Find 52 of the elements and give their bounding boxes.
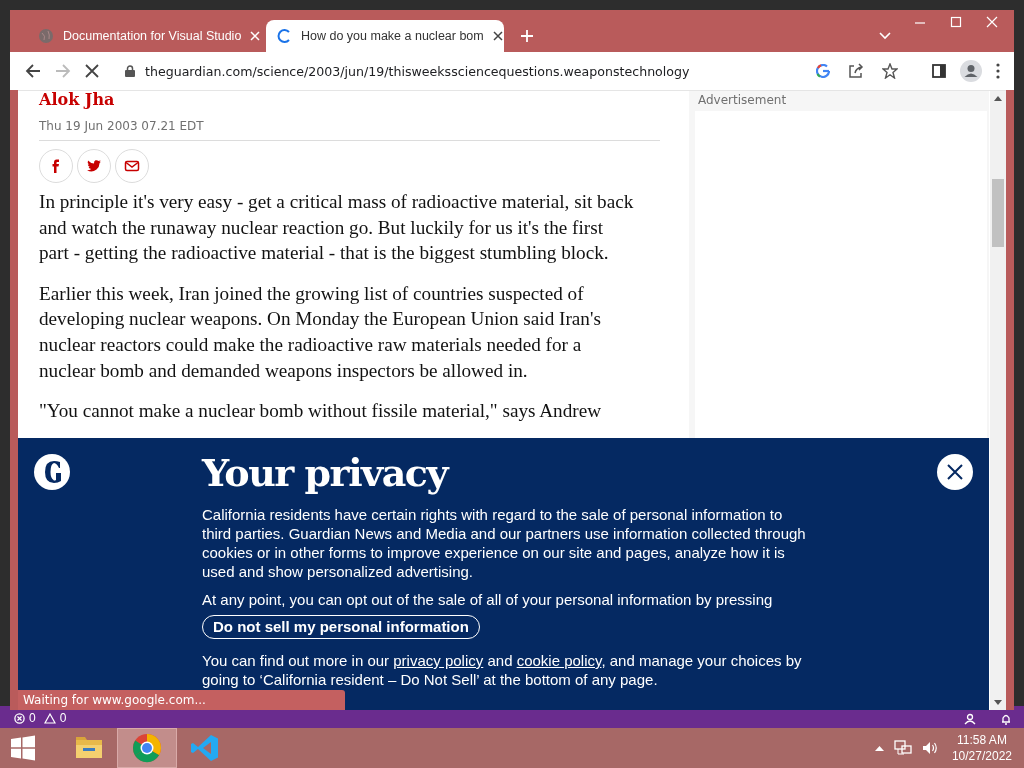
speaker-icon[interactable] bbox=[921, 740, 938, 756]
scrollbar[interactable] bbox=[990, 91, 1006, 710]
browser-tab[interactable]: How do you make a nuclear bom bbox=[266, 20, 504, 52]
loading-spinner-icon bbox=[276, 28, 292, 44]
article-paragraph: "You cannot make a nuclear bomb without fissile material," says Andrew bbox=[39, 399, 603, 424]
banner-paragraph: California residents have certain rights with regard to the sale of personal information to third parties. Guardian News and Media and our partners use information collected through cookies or in other forms to improve experience on our site and pages, analyze how it is used and show personalized advertising. bbox=[202, 505, 807, 581]
close-icon[interactable] bbox=[492, 31, 503, 41]
bell-icon[interactable] bbox=[1000, 713, 1012, 725]
network-icon[interactable] bbox=[893, 740, 912, 756]
warning-icon[interactable] bbox=[43, 712, 56, 724]
side-panel-icon[interactable] bbox=[932, 64, 946, 78]
article-paragraph: In principle it's very easy - get a critical mass of radioactive material, sit back and watch the runaway nuclear reaction go. But luckily for us it's the first part - getting the radioactive material - that is the biggest stumbling block. bbox=[39, 190, 635, 266]
banner-paragraph: At any point, you can opt out of the sale of all of your personal information by pressing bbox=[202, 590, 774, 609]
warning-count[interactable]: 0 bbox=[59, 711, 67, 725]
chevron-up-icon[interactable] bbox=[874, 745, 884, 751]
twitter-bird-icon bbox=[86, 158, 102, 174]
policy-link[interactable]: privacy policy bbox=[393, 652, 484, 669]
star-icon[interactable] bbox=[882, 63, 898, 79]
status-bubble: Waiting for www.google.com... bbox=[18, 690, 345, 710]
person-icon[interactable] bbox=[964, 713, 976, 725]
scroll-up-icon[interactable] bbox=[994, 95, 1002, 101]
guardian-logo-icon bbox=[34, 454, 70, 490]
windows-start-icon[interactable] bbox=[10, 735, 36, 761]
menu-icon[interactable] bbox=[996, 63, 1000, 79]
error-count[interactable]: 0 bbox=[29, 711, 36, 725]
globe-icon bbox=[38, 28, 54, 44]
clock-time[interactable]: 11:58 AM bbox=[957, 732, 1007, 748]
clock-date[interactable]: 10/27/2022 bbox=[951, 748, 1012, 764]
article-paragraph: Earlier this week, Iran joined the growing list of countries suspected of developing nuclear weapons. On Monday the European Union said Iran's nuclear reactors could make the radioactive raw materials needed for a nuclear bomb and demanded weapons inspectors be allowed in. bbox=[39, 281, 602, 383]
browser-tab[interactable]: Documentation for Visual Studio bbox=[28, 20, 266, 52]
envelope-icon bbox=[124, 158, 140, 174]
lock-icon bbox=[125, 65, 135, 77]
back-arrow-icon[interactable] bbox=[25, 63, 41, 79]
publish-date: Thu 19 Jun 2003 07.21 EDT bbox=[39, 119, 660, 141]
banner-title: Your privacy bbox=[202, 453, 450, 493]
banner-paragraph: You can find out more in our privacy policy and cookie policy, and manage your choices by going to ‘California resident – Do Not Sell’ at the bottom of any page. bbox=[202, 651, 803, 689]
avatar-icon[interactable] bbox=[960, 60, 982, 82]
taskbar-button[interactable] bbox=[118, 729, 176, 767]
google-g-icon[interactable] bbox=[816, 64, 830, 78]
share-icon[interactable] bbox=[848, 63, 864, 79]
stop-icon[interactable] bbox=[85, 64, 99, 78]
policy-link[interactable]: cookie policy bbox=[516, 652, 602, 669]
plus-icon[interactable] bbox=[520, 29, 534, 43]
scroll-thumb[interactable] bbox=[992, 179, 1004, 247]
author-name[interactable]: Alok Jha bbox=[39, 91, 660, 111]
chrome-icon bbox=[131, 732, 163, 764]
advertisement-label: Advertisement bbox=[697, 92, 788, 109]
close-icon bbox=[946, 463, 964, 481]
error-icon[interactable] bbox=[14, 712, 25, 724]
maximize-icon[interactable] bbox=[950, 16, 962, 28]
code-editor-icon bbox=[189, 732, 221, 764]
close-button[interactable] bbox=[937, 454, 973, 490]
